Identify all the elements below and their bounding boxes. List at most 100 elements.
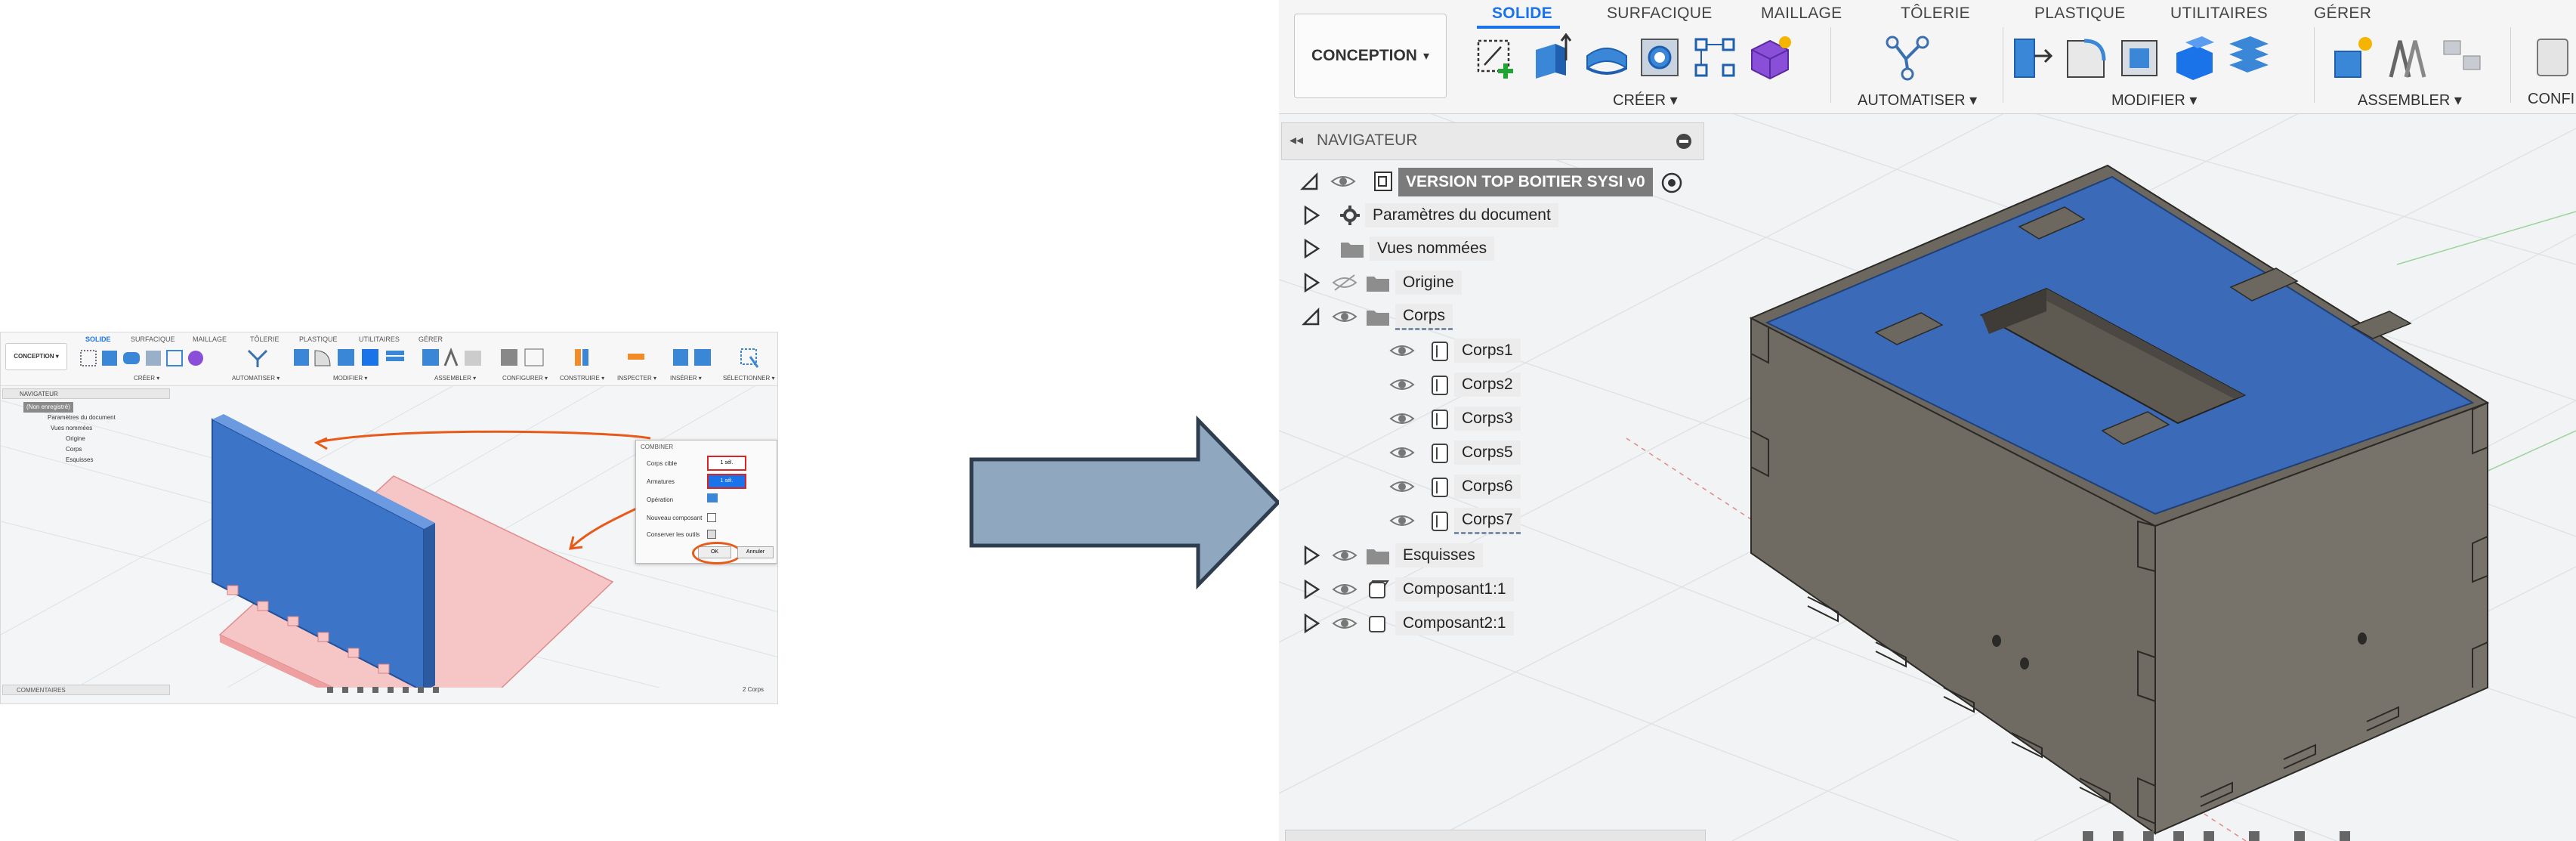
small-tree-views[interactable]: Vues nommées xyxy=(51,423,92,434)
expanded-triangle-icon[interactable] xyxy=(1300,172,1320,192)
combine-icon[interactable] xyxy=(2170,33,2219,82)
tree-item-origin[interactable]: Origine xyxy=(1302,267,1462,298)
small-configure-tools[interactable] xyxy=(499,346,552,369)
group-configure[interactable]: CONFI xyxy=(2528,91,2574,108)
tree-item-named-views[interactable]: Vues nommées xyxy=(1302,233,1495,264)
tab-tolerie[interactable]: TÔLERIE xyxy=(1901,5,1970,23)
small-modify-tools[interactable] xyxy=(292,346,413,369)
record-icon[interactable] xyxy=(1660,171,1684,195)
eye-icon[interactable] xyxy=(1389,376,1415,394)
small-navigator-header[interactable]: NAVIGATEUR xyxy=(2,388,170,399)
small-create-tools[interactable] xyxy=(79,348,208,369)
small-tab-tolerie[interactable]: TÔLERIE xyxy=(250,335,280,343)
tab-utilitaires[interactable]: UTILITAIRES xyxy=(2170,5,2268,23)
small-construct-icon[interactable] xyxy=(572,346,595,369)
small-group-create[interactable]: CRÉER ▾ xyxy=(134,375,159,382)
small-tab-plastique[interactable]: PLASTIQUE xyxy=(299,335,338,343)
collapsed-triangle-icon[interactable] xyxy=(1302,545,1321,566)
eye-icon[interactable] xyxy=(1389,512,1415,530)
small-dialog-cancel-button[interactable]: Annuler xyxy=(737,546,774,558)
small-tree-sketches[interactable]: Esquisses xyxy=(66,455,93,465)
new-component-icon[interactable] xyxy=(2329,33,2377,82)
small-dialog-tool-field[interactable]: 1 sél. xyxy=(707,474,746,489)
offset-face-icon[interactable] xyxy=(2225,33,2273,82)
shell-icon[interactable] xyxy=(2116,33,2164,82)
form-icon[interactable] xyxy=(1746,33,1794,82)
eye-icon[interactable] xyxy=(1389,444,1415,462)
collapsed-triangle-icon[interactable] xyxy=(1302,613,1321,634)
tab-maillage[interactable]: MAILLAGE xyxy=(1761,5,1842,23)
small-tab-utilitaires[interactable]: UTILITAIRES xyxy=(359,335,400,343)
eye-icon[interactable] xyxy=(1332,308,1357,326)
collapse-arrows-icon[interactable]: ◂◂ xyxy=(1290,132,1303,148)
eye-icon[interactable] xyxy=(1332,546,1357,564)
fillet-icon[interactable] xyxy=(2062,33,2110,82)
tree-item-sketches[interactable]: Esquisses xyxy=(1302,540,1483,571)
small-comments-panel[interactable]: COMMENTAIRES xyxy=(2,685,170,695)
small-conception-button[interactable]: CONCEPTION ▾ xyxy=(5,343,67,370)
small-tab-surfacique[interactable]: SURFACIQUE xyxy=(131,335,175,343)
small-group-modify[interactable]: MODIFIER ▾ xyxy=(333,375,367,382)
bottom-toolbar[interactable] xyxy=(2080,828,2397,841)
tab-plastique[interactable]: PLASTIQUE xyxy=(2034,5,2126,23)
revolve-icon[interactable] xyxy=(1583,33,1631,82)
small-tree-origin[interactable]: Origine xyxy=(66,434,85,444)
small-dialog-keep-checkbox[interactable] xyxy=(707,530,716,539)
small-automate-icon[interactable] xyxy=(242,346,273,369)
small-tree-params[interactable]: Paramètres du document xyxy=(48,413,116,423)
joint-icon[interactable] xyxy=(2383,33,2432,82)
eye-icon[interactable] xyxy=(1389,410,1415,428)
comments-panel[interactable] xyxy=(1285,830,1706,841)
tree-item-bodies[interactable]: Corps xyxy=(1302,301,1453,332)
small-tree-bodies[interactable]: Corps xyxy=(66,444,82,455)
extrude-icon[interactable] xyxy=(1528,33,1577,82)
press-pull-icon[interactable] xyxy=(2007,33,2056,82)
tree-body-item[interactable]: Corps2 xyxy=(1389,369,1521,400)
group-modify[interactable]: MODIFIER ▾ xyxy=(2111,91,2197,110)
small-inspect-icon[interactable] xyxy=(625,346,647,369)
small-group-inspect[interactable]: INSPECTER ▾ xyxy=(617,375,656,382)
small-group-configure[interactable]: CONFIGURER ▾ xyxy=(502,375,548,382)
tree-body-item[interactable]: Corps3 xyxy=(1389,403,1521,434)
eye-hidden-icon[interactable] xyxy=(1332,274,1357,292)
group-automate[interactable]: AUTOMATISER ▾ xyxy=(1858,91,1977,110)
group-assemble[interactable]: ASSEMBLER ▾ xyxy=(2358,91,2462,110)
collapsed-triangle-icon[interactable] xyxy=(1302,272,1321,293)
small-tab-maillage[interactable]: MAILLAGE xyxy=(193,335,227,343)
tree-item-component1[interactable]: Composant1:1 xyxy=(1302,574,1514,605)
small-bottom-toolbar[interactable] xyxy=(326,685,462,695)
small-tree-root[interactable]: (Non enregistré) xyxy=(23,402,73,413)
as-built-joint-icon[interactable] xyxy=(2438,33,2486,82)
pattern-icon[interactable] xyxy=(1691,33,1740,82)
small-tab-gerer[interactable]: GÉRER xyxy=(419,335,443,343)
small-dialog-newcomp-checkbox[interactable] xyxy=(707,513,716,522)
small-dialog-operation-select[interactable] xyxy=(707,493,718,502)
small-dialog-target-field[interactable]: 1 sél. xyxy=(707,456,746,471)
create-sketch-icon[interactable] xyxy=(1472,33,1521,82)
small-select-icon[interactable] xyxy=(738,346,761,369)
group-create[interactable]: CRÉER ▾ xyxy=(1613,91,1678,110)
tree-body-item[interactable]: Corps5 xyxy=(1389,437,1521,468)
collapsed-triangle-icon[interactable] xyxy=(1302,238,1321,259)
small-group-select[interactable]: SÉLECTIONNER ▾ xyxy=(723,375,774,382)
tree-body-item[interactable]: Corps6 xyxy=(1389,471,1521,502)
small-group-automate[interactable]: AUTOMATISER ▾ xyxy=(232,375,280,382)
eye-icon[interactable] xyxy=(1332,614,1357,632)
expanded-triangle-icon[interactable] xyxy=(1302,306,1321,327)
eye-icon[interactable] xyxy=(1389,342,1415,360)
collapsed-triangle-icon[interactable] xyxy=(1302,579,1321,600)
collapsed-triangle-icon[interactable] xyxy=(1302,205,1321,226)
small-group-assemble[interactable]: ASSEMBLER ▾ xyxy=(434,375,476,382)
tab-surfacique[interactable]: SURFACIQUE xyxy=(1607,5,1713,23)
conception-button[interactable]: CONCEPTION ▾ xyxy=(1294,14,1447,98)
navigator-panel[interactable]: ◂◂ NAVIGATEUR xyxy=(1281,122,1704,160)
tree-item-params[interactable]: Paramètres du document xyxy=(1302,199,1558,231)
tree-item-component2[interactable]: Composant2:1 xyxy=(1302,608,1514,639)
eye-icon[interactable] xyxy=(1389,478,1415,496)
eye-icon[interactable] xyxy=(1332,580,1357,598)
automate-icon[interactable] xyxy=(1883,33,1932,82)
hole-icon[interactable] xyxy=(1637,33,1685,82)
small-assemble-tools[interactable] xyxy=(421,346,489,369)
small-tab-solide[interactable]: SOLIDE xyxy=(85,335,111,343)
navigator-minimize-icon[interactable] xyxy=(1675,132,1693,150)
